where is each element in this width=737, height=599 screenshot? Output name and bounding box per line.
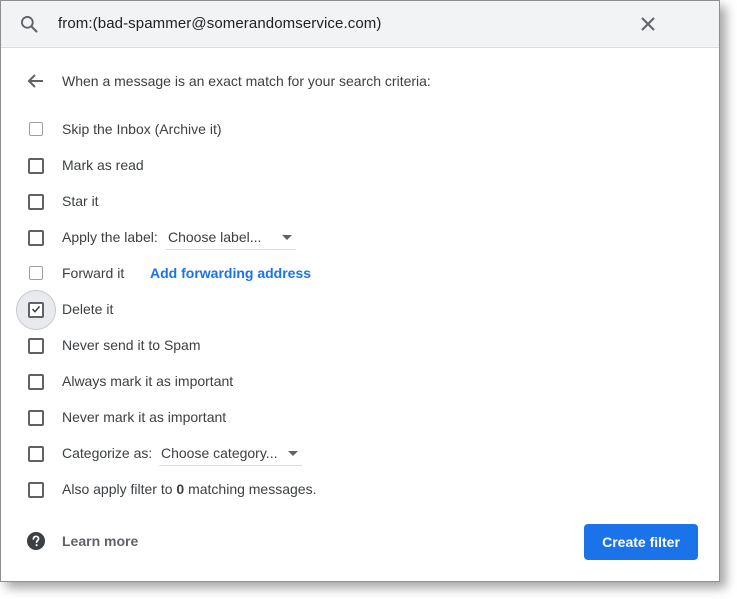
category-dropdown-value: Choose category... xyxy=(161,445,278,461)
close-icon[interactable] xyxy=(639,15,657,33)
always-important-checkbox[interactable] xyxy=(28,374,44,390)
delete-checkbox[interactable] xyxy=(28,302,44,318)
never-spam-label: Never send it to Spam xyxy=(62,337,201,353)
category-dropdown[interactable]: Choose category... xyxy=(159,442,302,466)
option-skip-inbox: Skip the Inbox (Archive it) xyxy=(1,118,719,142)
check-icon xyxy=(31,305,41,313)
option-categorize: Categorize as: Choose category... xyxy=(1,442,719,466)
forward-checkbox[interactable] xyxy=(29,266,43,280)
option-also-apply: Also apply filter to 0 matching messages… xyxy=(1,478,719,502)
apply-label-checkbox[interactable] xyxy=(28,230,44,246)
also-apply-checkbox[interactable] xyxy=(28,482,44,498)
caret-down-icon xyxy=(288,451,298,456)
option-mark-read: Mark as read xyxy=(1,154,719,178)
never-spam-checkbox[interactable] xyxy=(28,338,44,354)
never-important-checkbox[interactable] xyxy=(28,410,44,426)
label-dropdown-value: Choose label... xyxy=(168,229,262,245)
mark-read-checkbox[interactable] xyxy=(28,158,44,174)
delete-label: Delete it xyxy=(62,301,114,317)
caret-down-icon xyxy=(282,235,292,240)
search-icon[interactable] xyxy=(19,14,39,34)
apply-label-label: Apply the label: xyxy=(62,229,158,245)
arrow-back-icon[interactable] xyxy=(27,72,45,90)
create-filter-button[interactable]: Create filter xyxy=(584,524,698,560)
always-important-label: Always mark it as important xyxy=(62,373,234,389)
forward-label: Forward it xyxy=(62,265,125,281)
mark-read-label: Mark as read xyxy=(62,157,144,173)
filter-dialog: from:(bad-spammer@somerandomservice.com)… xyxy=(0,0,720,582)
categorize-checkbox[interactable] xyxy=(28,446,44,462)
star-label: Star it xyxy=(62,193,99,209)
option-apply-label: Apply the label: Choose label... xyxy=(1,226,719,250)
option-never-spam: Never send it to Spam xyxy=(1,334,719,358)
option-always-important: Always mark it as important xyxy=(1,370,719,394)
skip-inbox-label: Skip the Inbox (Archive it) xyxy=(62,121,222,137)
label-dropdown[interactable]: Choose label... xyxy=(166,226,296,250)
star-checkbox[interactable] xyxy=(28,194,44,210)
skip-inbox-checkbox[interactable] xyxy=(29,122,43,136)
option-never-important: Never mark it as important xyxy=(1,406,719,430)
option-star: Star it xyxy=(1,190,719,214)
help-icon[interactable] xyxy=(27,532,45,550)
categorize-label: Categorize as: xyxy=(62,445,153,461)
option-forward: Forward it Add forwarding address xyxy=(1,262,719,286)
matching-count: 0 xyxy=(176,481,185,497)
criteria-header: When a message is an exact match for you… xyxy=(62,73,431,89)
option-delete: Delete it xyxy=(1,290,719,330)
search-bar: from:(bad-spammer@somerandomservice.com) xyxy=(1,1,719,48)
also-apply-label: Also apply filter to 0 matching messages… xyxy=(62,481,316,497)
also-apply-suffix: matching messages. xyxy=(188,481,317,497)
never-important-label: Never mark it as important xyxy=(62,409,227,425)
add-forwarding-address-link[interactable]: Add forwarding address xyxy=(150,265,311,281)
learn-more-link[interactable]: Learn more xyxy=(62,533,138,549)
search-query[interactable]: from:(bad-spammer@somerandomservice.com) xyxy=(58,15,381,32)
also-apply-prefix: Also apply filter to xyxy=(62,481,173,497)
